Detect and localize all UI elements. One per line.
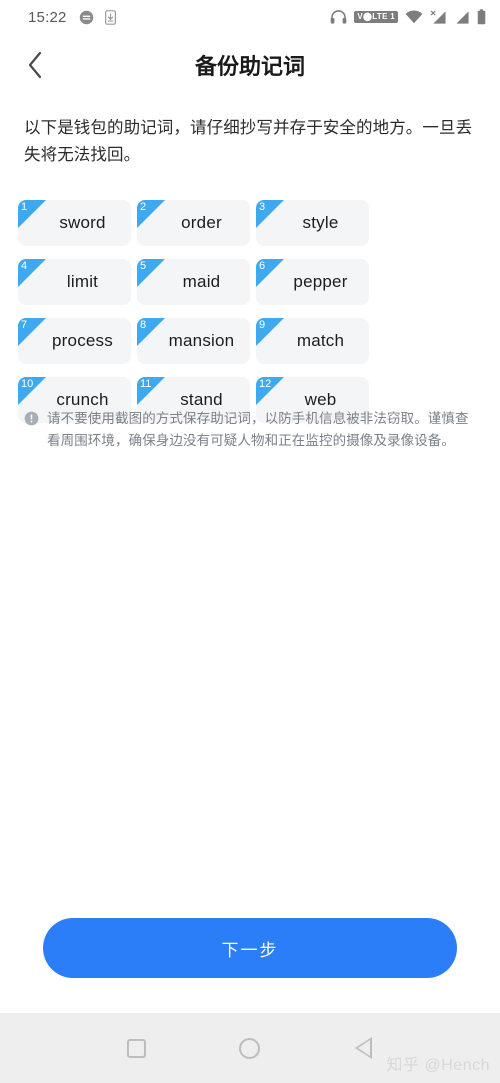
mnemonic-word-card: 6 pepper [256,259,369,305]
status-bar: 15:22 V⬤LTE 1 [0,0,500,34]
volte-badge: V⬤LTE 1 [354,11,398,23]
word-index: 11 [140,378,152,390]
word-index: 9 [259,319,266,331]
word-index: 3 [259,201,266,213]
word-index: 7 [21,319,28,331]
security-warning: 请不要使用截图的方式保存助记词，以防手机信息被非法窃取。谨慎查看周围环境，确保身… [24,408,476,452]
instruction-text: 以下是钱包的助记词，请仔细抄写并存于安全的地方。一旦丢失将无法找回。 [24,119,473,164]
mnemonic-word-card: 9 match [256,318,369,364]
page-title: 备份助记词 [194,54,305,79]
wifi-icon [405,10,423,24]
word-index: 10 [21,378,34,390]
mnemonic-word-card: 2 order [137,200,250,246]
square-icon [127,1038,147,1058]
message-icon [79,10,94,25]
exclamation-circle-icon [24,411,39,452]
word-text: maid [182,272,221,291]
download-icon [104,9,116,25]
system-back-button[interactable] [339,1024,387,1072]
mnemonic-word-grid: 1 sword 2 order 3 style 4 limit 5 maid 6… [18,200,484,423]
word-text: stand [180,390,223,409]
status-bar-clock: 15:22 [28,8,67,26]
status-bar-left-icons [79,9,116,25]
system-navigation-bar [0,1013,500,1083]
word-text: crunch [56,390,109,409]
mnemonic-word-card: 1 sword [18,200,131,246]
triangle-left-icon [354,1037,372,1059]
battery-icon [477,9,486,25]
mnemonic-word-card: 8 mansion [137,318,250,364]
word-text: process [52,331,113,350]
word-text: pepper [293,272,348,291]
signal-2-icon [454,10,470,25]
mnemonic-word-card: 7 process [18,318,131,364]
next-step-button[interactable]: 下一步 [43,918,457,978]
word-index: 12 [259,378,272,390]
security-warning-text: 请不要使用截图的方式保存助记词，以防手机信息被非法窃取。谨慎查看周围环境，确保身… [47,411,469,448]
screen-backup-mnemonic: 15:22 V⬤LTE 1 备份助记词 以下是钱包的助记词，请仔细抄写并存于安全… [0,0,500,1083]
home-button[interactable] [226,1024,274,1072]
word-text: sword [59,213,106,232]
recents-button[interactable] [113,1024,161,1072]
word-text: style [302,213,339,232]
word-text: limit [66,272,99,291]
signal-1-icon [430,10,447,25]
status-bar-right-icons: V⬤LTE 1 [330,9,486,25]
headphones-icon [330,10,347,24]
circle-icon [239,1037,261,1059]
word-text: match [296,331,345,350]
mnemonic-word-card: 4 limit [18,259,131,305]
word-index: 6 [259,260,266,272]
word-text: order [181,213,222,232]
word-index: 5 [140,260,147,272]
word-text: web [304,390,337,409]
mnemonic-word-card: 5 maid [137,259,250,305]
word-index: 2 [140,201,147,213]
app-header: 备份助记词 [0,34,500,96]
word-index: 8 [140,319,147,331]
word-index: 4 [21,260,28,272]
mnemonic-word-card: 3 style [256,200,369,246]
word-index: 1 [21,201,28,213]
